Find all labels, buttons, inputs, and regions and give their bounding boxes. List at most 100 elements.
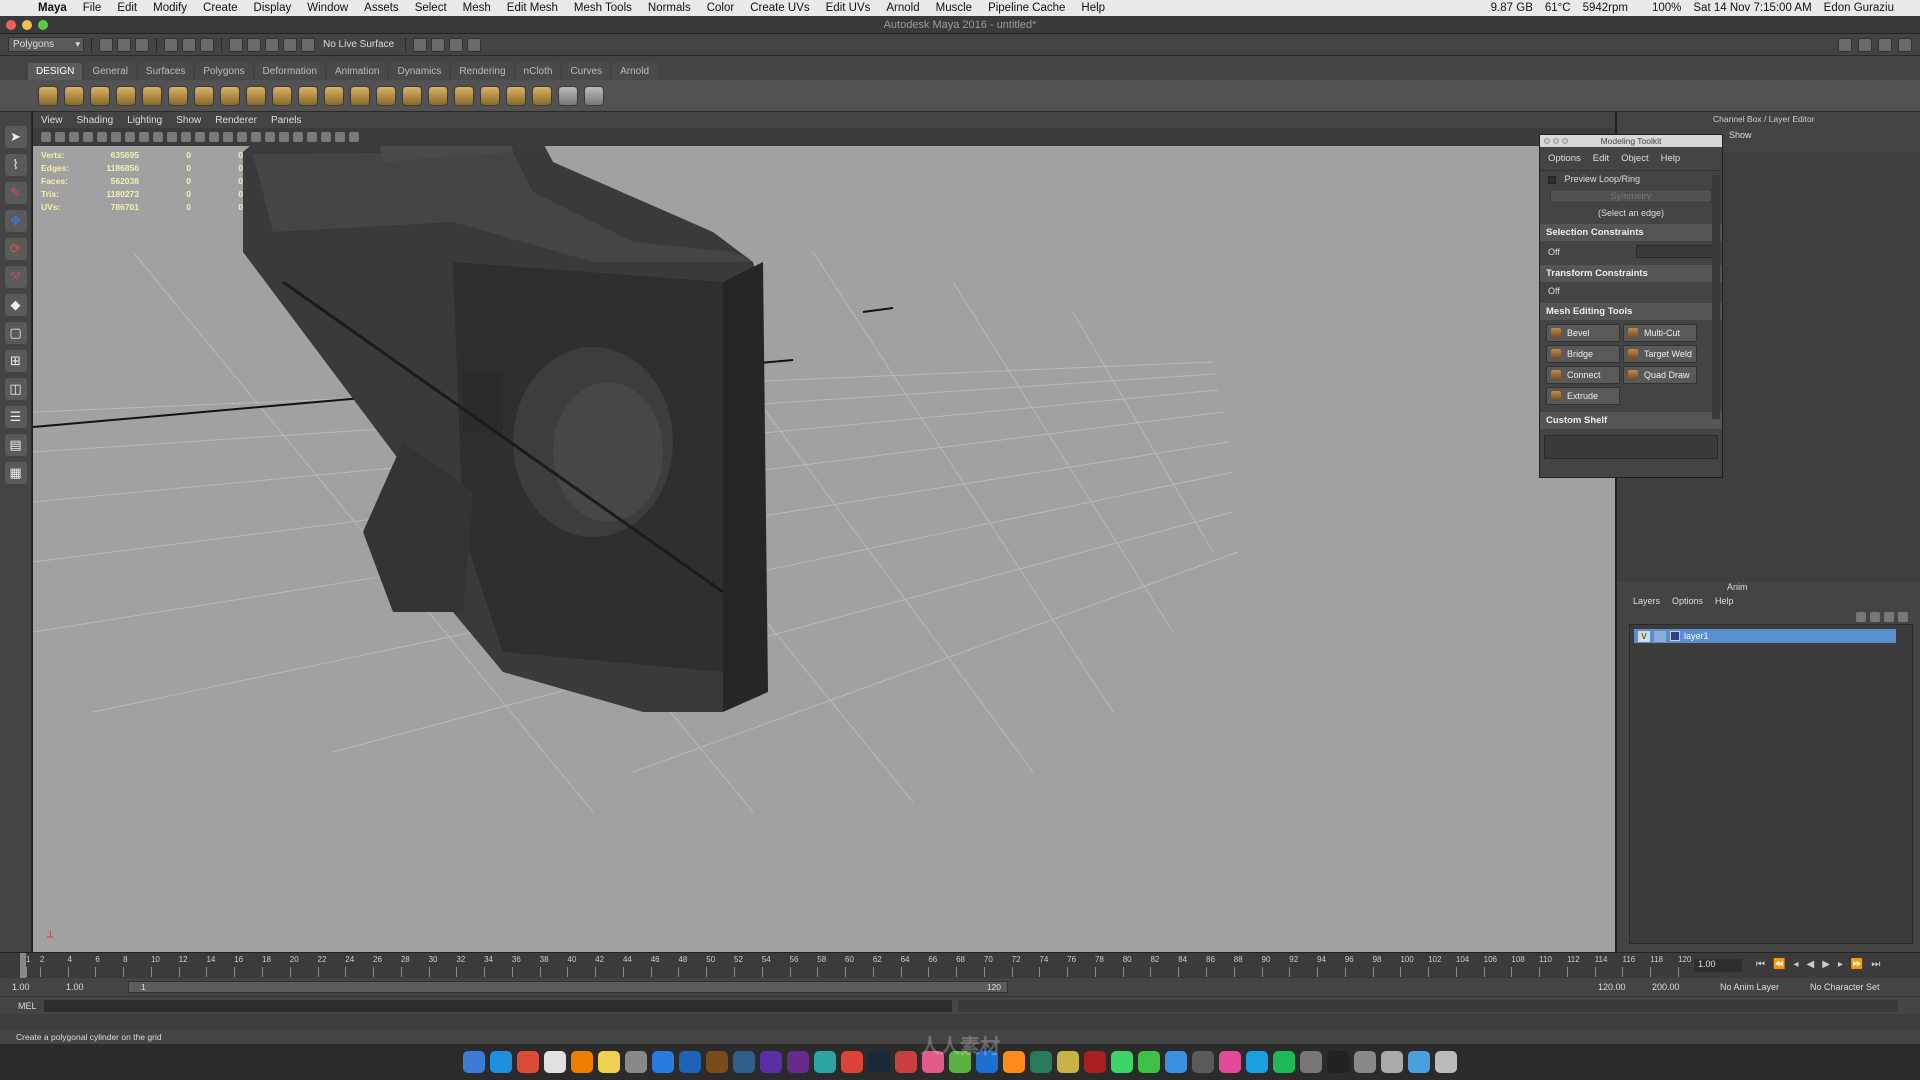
menu-display[interactable]: Display bbox=[246, 2, 300, 14]
toggle-channel-box-icon[interactable] bbox=[1898, 37, 1912, 52]
move-layer-up-icon[interactable] bbox=[1856, 612, 1866, 622]
move-layer-down-icon[interactable] bbox=[1870, 612, 1880, 622]
panel-menu-view[interactable]: View bbox=[41, 115, 63, 126]
battery-status[interactable]: 100% bbox=[1646, 2, 1687, 14]
range-slider-bar[interactable]: 1 120 bbox=[128, 981, 1008, 993]
panel-menu-lighting[interactable]: Lighting bbox=[127, 115, 162, 126]
minimize-panel-icon[interactable] bbox=[1553, 138, 1559, 144]
dock-app-finder-icon[interactable] bbox=[463, 1051, 485, 1073]
new-layer-from-selection-icon[interactable] bbox=[1898, 612, 1908, 622]
ipr-render-icon[interactable] bbox=[449, 37, 464, 52]
dock-app-preview-icon[interactable] bbox=[625, 1051, 647, 1073]
dock-app-maya-icon[interactable] bbox=[814, 1051, 836, 1073]
move-tool-icon[interactable]: ✥ bbox=[4, 210, 27, 232]
temperature-status[interactable]: 61°C bbox=[1539, 2, 1577, 14]
render-frame-icon[interactable] bbox=[431, 37, 446, 52]
custom-shelf-area[interactable] bbox=[1544, 435, 1718, 459]
menu-mesh-tools[interactable]: Mesh Tools bbox=[566, 2, 640, 14]
mtk-menu-edit[interactable]: Edit bbox=[1593, 153, 1609, 164]
shelf-tab-dynamics[interactable]: Dynamics bbox=[389, 63, 450, 80]
minimize-window-icon[interactable] bbox=[22, 20, 32, 30]
snap-grid-icon[interactable] bbox=[229, 37, 243, 52]
last-tool-icon[interactable]: ◆ bbox=[4, 294, 27, 316]
shelf-tab-ncloth[interactable]: nCloth bbox=[515, 63, 561, 80]
fan-status[interactable]: 5942rpm bbox=[1577, 2, 1634, 14]
menu-set-dropdown[interactable]: Polygons bbox=[8, 37, 84, 52]
dock-app-torrent-icon[interactable] bbox=[949, 1051, 971, 1073]
step-back-key-icon[interactable]: ⏪ bbox=[1773, 959, 1785, 970]
combine-icon[interactable] bbox=[350, 85, 370, 106]
dock-app-ai-icon[interactable] bbox=[571, 1051, 593, 1073]
live-surface-label[interactable]: No Live Surface bbox=[319, 39, 398, 50]
render-view-icon[interactable] bbox=[413, 37, 428, 52]
make-live-icon[interactable] bbox=[301, 37, 315, 52]
dock-app-spotify-icon[interactable] bbox=[1273, 1051, 1295, 1073]
toggle-attribute-editor-icon[interactable] bbox=[1858, 37, 1872, 52]
shelf-tab-deformation[interactable]: Deformation bbox=[254, 63, 325, 80]
dock-app-calendar-icon[interactable] bbox=[544, 1051, 566, 1073]
new-layer-icon[interactable] bbox=[1884, 612, 1894, 622]
menu-app-maya[interactable]: Maya bbox=[30, 2, 75, 14]
menu-help[interactable]: Help bbox=[1073, 2, 1113, 14]
dock-app-settings-icon[interactable] bbox=[1300, 1051, 1322, 1073]
gate-mask-icon[interactable] bbox=[139, 132, 149, 142]
dock-app-zbrush-icon[interactable] bbox=[1084, 1051, 1106, 1073]
animation-start-field[interactable]: 1.00 bbox=[8, 981, 30, 993]
transform-constraints-header[interactable]: Transform Constraints bbox=[1540, 265, 1722, 282]
dock-app-sublime-icon[interactable] bbox=[1003, 1051, 1025, 1073]
dock-app-steam-icon[interactable] bbox=[868, 1051, 890, 1073]
extract-icon[interactable] bbox=[402, 85, 422, 106]
mtk-menu-help[interactable]: Help bbox=[1661, 153, 1681, 164]
mesh-editing-tools-header[interactable]: Mesh Editing Tools bbox=[1540, 303, 1722, 320]
poly-torus-icon[interactable] bbox=[168, 85, 188, 106]
select-tool-icon[interactable]: ➤ bbox=[4, 126, 27, 148]
delete-history-icon[interactable] bbox=[558, 85, 578, 106]
play-back-icon[interactable]: ◀ bbox=[1806, 959, 1814, 970]
dock-app-pr-icon[interactable] bbox=[787, 1051, 809, 1073]
go-to-start-icon[interactable]: ⏮ bbox=[1756, 959, 1765, 970]
center-pivot-icon[interactable] bbox=[532, 85, 552, 106]
poly-cube-icon[interactable] bbox=[64, 85, 84, 106]
layout-outliner-icon[interactable]: ☰ bbox=[4, 406, 27, 428]
lasso-tool-icon[interactable]: ⌇ bbox=[4, 154, 27, 176]
animation-end-field[interactable]: 200.00 bbox=[1648, 981, 1680, 993]
menu-file[interactable]: File bbox=[75, 2, 110, 14]
poly-helix-icon[interactable] bbox=[272, 85, 292, 106]
menu-create-uvs[interactable]: Create UVs bbox=[742, 2, 817, 14]
toggle-modeling-toolkit-icon[interactable] bbox=[1838, 37, 1852, 52]
time-slider[interactable]: 1 2 4 6 8 10 12 14 16 18 20 22 24 26 28 30 32 34 36 38 40 42 4… bbox=[0, 952, 1920, 979]
menu-assets[interactable]: Assets bbox=[356, 2, 407, 14]
poly-sphere-icon[interactable] bbox=[38, 85, 58, 106]
command-input-field[interactable] bbox=[44, 1000, 952, 1012]
layer-menu-layers[interactable]: Layers bbox=[1633, 596, 1660, 606]
playback-end-field[interactable]: 120.00 bbox=[1594, 981, 1626, 993]
layout-hypershade-icon[interactable]: ▦ bbox=[4, 462, 27, 484]
isolate-select-icon[interactable] bbox=[307, 132, 317, 142]
current-frame-field[interactable]: 1.00 bbox=[1694, 959, 1742, 972]
rotate-tool-icon[interactable]: ⟳ bbox=[4, 238, 27, 260]
layer-row[interactable]: V layer1 bbox=[1634, 629, 1896, 643]
select-object-icon[interactable] bbox=[182, 37, 196, 52]
dock-app-itunes-icon[interactable] bbox=[1219, 1051, 1241, 1073]
motion-blur-icon[interactable] bbox=[279, 132, 289, 142]
preview-loop-checkbox[interactable] bbox=[1548, 175, 1556, 184]
connect-button[interactable]: Connect bbox=[1546, 366, 1620, 384]
custom-script-icon[interactable] bbox=[584, 85, 604, 106]
anim-layer-dropdown[interactable]: No Anim Layer bbox=[1716, 981, 1779, 993]
film-gate-icon[interactable] bbox=[111, 132, 121, 142]
menu-edit-mesh[interactable]: Edit Mesh bbox=[499, 2, 566, 14]
command-language-toggle[interactable]: MEL bbox=[18, 1001, 37, 1011]
menu-pipeline-cache[interactable]: Pipeline Cache bbox=[980, 2, 1073, 14]
poly-cone-icon[interactable] bbox=[116, 85, 136, 106]
dock-app-messages-icon[interactable] bbox=[1111, 1051, 1133, 1073]
panel-menu-show[interactable]: Show bbox=[176, 115, 201, 126]
layer-name[interactable]: layer1 bbox=[1684, 631, 1709, 641]
dock-app-arnold-icon[interactable] bbox=[1354, 1051, 1376, 1073]
close-panel-icon[interactable] bbox=[1544, 138, 1550, 144]
dock-app-folder-icon[interactable] bbox=[1408, 1051, 1430, 1073]
step-back-frame-icon[interactable]: ◂ bbox=[1793, 959, 1798, 970]
shelf-tab-rendering[interactable]: Rendering bbox=[451, 63, 514, 80]
close-window-icon[interactable] bbox=[6, 20, 16, 30]
selection-constraint-field[interactable] bbox=[1636, 245, 1714, 258]
dock-app-lr-icon[interactable] bbox=[733, 1051, 755, 1073]
